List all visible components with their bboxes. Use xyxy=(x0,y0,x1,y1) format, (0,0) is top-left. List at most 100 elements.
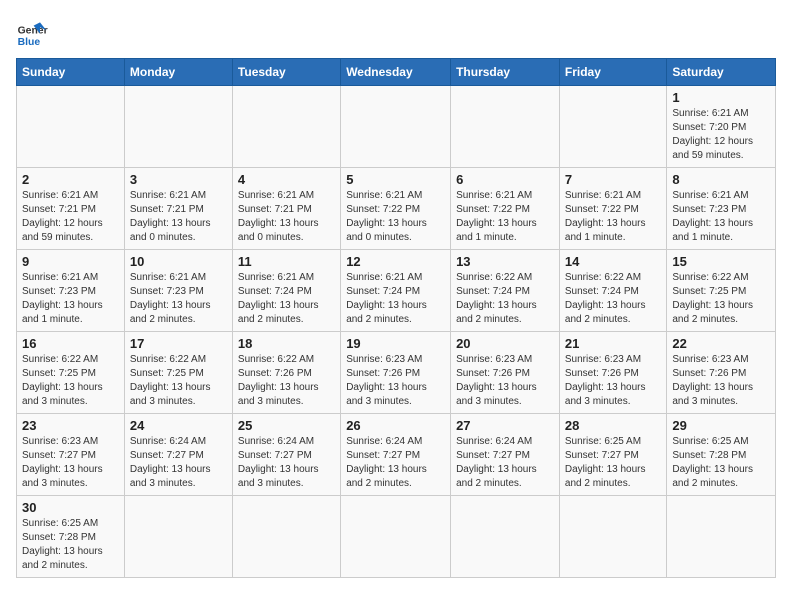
day-number: 12 xyxy=(346,254,445,269)
calendar-cell: 28 Sunrise: 6:25 AM Sunset: 7:27 PM Dayli… xyxy=(559,414,666,496)
day-number: 5 xyxy=(346,172,445,187)
calendar-cell: 19 Sunrise: 6:23 AM Sunset: 7:26 PM Dayli… xyxy=(341,332,451,414)
day-number: 20 xyxy=(456,336,554,351)
day-info: Sunrise: 6:22 AM Sunset: 7:25 PM Dayligh… xyxy=(672,271,770,327)
column-header-thursday: Thursday xyxy=(451,59,560,86)
day-info: Sunrise: 6:21 AM Sunset: 7:24 PM Dayligh… xyxy=(346,271,445,327)
day-number: 17 xyxy=(130,336,227,351)
column-header-friday: Friday xyxy=(559,59,666,86)
day-number: 24 xyxy=(130,418,227,433)
calendar-cell: 26 Sunrise: 6:24 AM Sunset: 7:27 PM Dayli… xyxy=(341,414,451,496)
calendar-cell xyxy=(559,496,666,578)
day-info: Sunrise: 6:21 AM Sunset: 7:22 PM Dayligh… xyxy=(565,189,661,245)
calendar-cell: 23 Sunrise: 6:23 AM Sunset: 7:27 PM Dayli… xyxy=(17,414,125,496)
day-info: Sunrise: 6:23 AM Sunset: 7:27 PM Dayligh… xyxy=(22,435,119,491)
day-info: Sunrise: 6:24 AM Sunset: 7:27 PM Dayligh… xyxy=(346,435,445,491)
day-info: Sunrise: 6:21 AM Sunset: 7:23 PM Dayligh… xyxy=(130,271,227,327)
day-info: Sunrise: 6:22 AM Sunset: 7:24 PM Dayligh… xyxy=(456,271,554,327)
day-number: 18 xyxy=(238,336,335,351)
day-number: 23 xyxy=(22,418,119,433)
day-number: 19 xyxy=(346,336,445,351)
column-header-saturday: Saturday xyxy=(667,59,776,86)
calendar-cell: 5Sunrise: 6:21 AM Sunset: 7:22 PM Daylig… xyxy=(341,168,451,250)
calendar-cell: 17 Sunrise: 6:22 AM Sunset: 7:25 PM Dayli… xyxy=(124,332,232,414)
calendar-cell: 2Sunrise: 6:21 AM Sunset: 7:21 PM Daylig… xyxy=(17,168,125,250)
day-info: Sunrise: 6:23 AM Sunset: 7:26 PM Dayligh… xyxy=(565,353,661,409)
logo: General Blue xyxy=(16,16,48,48)
calendar-cell: 22Sunrise: 6:23 AM Sunset: 7:26 PM Dayli… xyxy=(667,332,776,414)
calendar-header-row: SundayMondayTuesdayWednesdayThursdayFrid… xyxy=(17,59,776,86)
calendar-cell: 29Sunrise: 6:25 AM Sunset: 7:28 PM Dayli… xyxy=(667,414,776,496)
day-number: 15 xyxy=(672,254,770,269)
logo-icon: General Blue xyxy=(16,16,48,48)
calendar-cell: 13 Sunrise: 6:22 AM Sunset: 7:24 PM Dayli… xyxy=(451,250,560,332)
calendar-table: SundayMondayTuesdayWednesdayThursdayFrid… xyxy=(16,58,776,578)
calendar-week-row: 9 Sunrise: 6:21 AM Sunset: 7:23 PM Daylig… xyxy=(17,250,776,332)
calendar-cell: 10 Sunrise: 6:21 AM Sunset: 7:23 PM Dayli… xyxy=(124,250,232,332)
day-number: 14 xyxy=(565,254,661,269)
calendar-cell xyxy=(124,86,232,168)
day-number: 26 xyxy=(346,418,445,433)
calendar-cell: 20 Sunrise: 6:23 AM Sunset: 7:26 PM Dayli… xyxy=(451,332,560,414)
column-header-sunday: Sunday xyxy=(17,59,125,86)
calendar-cell xyxy=(667,496,776,578)
day-number: 25 xyxy=(238,418,335,433)
calendar-cell: 11Sunrise: 6:21 AM Sunset: 7:24 PM Dayli… xyxy=(232,250,340,332)
day-number: 4 xyxy=(238,172,335,187)
day-number: 8 xyxy=(672,172,770,187)
calendar-cell xyxy=(451,86,560,168)
day-number: 30 xyxy=(22,500,119,515)
day-info: Sunrise: 6:22 AM Sunset: 7:24 PM Dayligh… xyxy=(565,271,661,327)
day-info: Sunrise: 6:25 AM Sunset: 7:28 PM Dayligh… xyxy=(22,517,119,573)
calendar-week-row: 23 Sunrise: 6:23 AM Sunset: 7:27 PM Dayli… xyxy=(17,414,776,496)
calendar-cell xyxy=(17,86,125,168)
calendar-week-row: 1 Sunrise: 6:21 AM Sunset: 7:20 PM Daylig… xyxy=(17,86,776,168)
calendar-cell xyxy=(559,86,666,168)
calendar-cell xyxy=(232,496,340,578)
day-info: Sunrise: 6:21 AM Sunset: 7:20 PM Dayligh… xyxy=(672,107,770,163)
calendar-week-row: 2 Sunrise: 6:21 AM Sunset: 7:21 PM Daylig… xyxy=(17,168,776,250)
column-header-wednesday: Wednesday xyxy=(341,59,451,86)
calendar-cell: 16 Sunrise: 6:22 AM Sunset: 7:25 PM Dayli… xyxy=(17,332,125,414)
calendar-cell: 6 Sunrise: 6:21 AM Sunset: 7:22 PM Daylig… xyxy=(451,168,560,250)
calendar-cell xyxy=(341,496,451,578)
calendar-cell: 8 Sunrise: 6:21 AM Sunset: 7:23 PM Daylig… xyxy=(667,168,776,250)
day-info: Sunrise: 6:24 AM Sunset: 7:27 PM Dayligh… xyxy=(238,435,335,491)
day-number: 10 xyxy=(130,254,227,269)
day-number: 22 xyxy=(672,336,770,351)
day-info: Sunrise: 6:25 AM Sunset: 7:27 PM Dayligh… xyxy=(565,435,661,491)
day-number: 6 xyxy=(456,172,554,187)
page-header: General Blue xyxy=(16,16,776,48)
day-number: 9 xyxy=(22,254,119,269)
day-info: Sunrise: 6:23 AM Sunset: 7:26 PM Dayligh… xyxy=(346,353,445,409)
calendar-cell: 24Sunrise: 6:24 AM Sunset: 7:27 PM Dayli… xyxy=(124,414,232,496)
calendar-cell: 15 Sunrise: 6:22 AM Sunset: 7:25 PM Dayli… xyxy=(667,250,776,332)
day-info: Sunrise: 6:21 AM Sunset: 7:21 PM Dayligh… xyxy=(238,189,335,245)
calendar-cell: 21 Sunrise: 6:23 AM Sunset: 7:26 PM Dayli… xyxy=(559,332,666,414)
column-header-tuesday: Tuesday xyxy=(232,59,340,86)
day-info: Sunrise: 6:21 AM Sunset: 7:23 PM Dayligh… xyxy=(672,189,770,245)
calendar-week-row: 30 Sunrise: 6:25 AM Sunset: 7:28 PM Dayli… xyxy=(17,496,776,578)
day-number: 16 xyxy=(22,336,119,351)
day-number: 28 xyxy=(565,418,661,433)
day-info: Sunrise: 6:22 AM Sunset: 7:25 PM Dayligh… xyxy=(22,353,119,409)
calendar-cell: 14 Sunrise: 6:22 AM Sunset: 7:24 PM Dayli… xyxy=(559,250,666,332)
calendar-cell xyxy=(232,86,340,168)
day-info: Sunrise: 6:21 AM Sunset: 7:23 PM Dayligh… xyxy=(22,271,119,327)
calendar-cell: 3Sunrise: 6:21 AM Sunset: 7:21 PM Daylig… xyxy=(124,168,232,250)
day-number: 11 xyxy=(238,254,335,269)
day-number: 13 xyxy=(456,254,554,269)
calendar-cell: 30 Sunrise: 6:25 AM Sunset: 7:28 PM Dayli… xyxy=(17,496,125,578)
day-info: Sunrise: 6:25 AM Sunset: 7:28 PM Dayligh… xyxy=(672,435,770,491)
day-number: 1 xyxy=(672,90,770,105)
day-info: Sunrise: 6:24 AM Sunset: 7:27 PM Dayligh… xyxy=(456,435,554,491)
calendar-cell xyxy=(451,496,560,578)
day-number: 2 xyxy=(22,172,119,187)
day-info: Sunrise: 6:21 AM Sunset: 7:22 PM Dayligh… xyxy=(456,189,554,245)
day-number: 7 xyxy=(565,172,661,187)
day-info: Sunrise: 6:22 AM Sunset: 7:25 PM Dayligh… xyxy=(130,353,227,409)
calendar-cell: 25 Sunrise: 6:24 AM Sunset: 7:27 PM Dayli… xyxy=(232,414,340,496)
calendar-cell: 12 Sunrise: 6:21 AM Sunset: 7:24 PM Dayli… xyxy=(341,250,451,332)
day-info: Sunrise: 6:23 AM Sunset: 7:26 PM Dayligh… xyxy=(456,353,554,409)
day-number: 21 xyxy=(565,336,661,351)
